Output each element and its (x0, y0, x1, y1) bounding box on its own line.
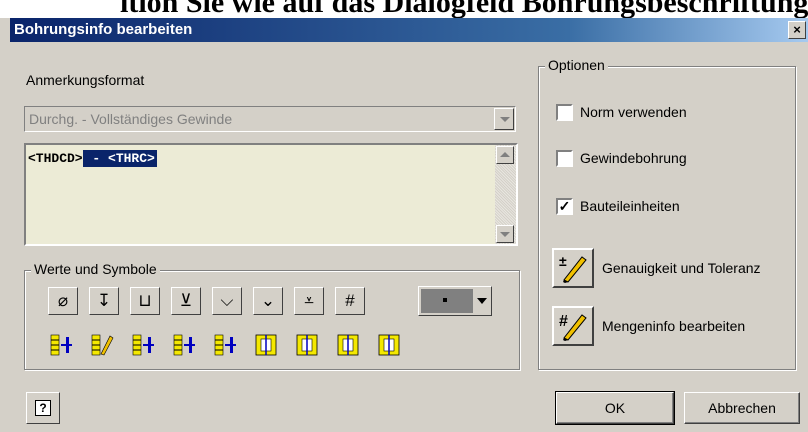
pencil-number-icon: # (559, 313, 587, 341)
title-bar[interactable]: Bohrungsinfo bearbeiten × (10, 18, 808, 42)
align-left-arrow-icon (50, 334, 72, 356)
window-title: Bohrungsinfo bearbeiten (14, 21, 193, 38)
scroll-up-icon[interactable] (496, 146, 514, 164)
chevron-down-icon[interactable] (494, 108, 514, 130)
scroll-down-icon[interactable] (496, 225, 514, 243)
spotface-button[interactable]: ⊻ (171, 287, 201, 315)
precision-tolerance-label: Genauigkeit und Toleranz (602, 260, 761, 276)
counterbore-icon: ⊔ (138, 291, 152, 310)
text-scrollbar[interactable] (495, 145, 516, 244)
quantity-info-label: Mengeninfo bearbeiten (602, 318, 746, 334)
align-delete-icon (173, 334, 195, 356)
units-check-mark: ✓ (558, 198, 571, 214)
frame-split-button[interactable] (292, 330, 322, 358)
align-split-button[interactable] (128, 330, 158, 358)
diameter-button[interactable]: ⌀ (48, 287, 78, 315)
align-split-icon (132, 334, 154, 356)
precision-tolerance-button[interactable]: ± (552, 248, 594, 288)
diameter-icon: ⌀ (57, 291, 69, 310)
help-icon: ? (35, 400, 51, 416)
center-drill-button[interactable]: ⌄ (253, 287, 283, 315)
pencil-edit-icon (91, 334, 114, 356)
quantity-info-button[interactable]: # (552, 306, 594, 346)
ok-button[interactable]: OK (555, 391, 675, 425)
svg-text:±: ± (559, 253, 567, 269)
frame-column-icon (378, 334, 400, 356)
center-drill-icon: ⌄ (260, 291, 276, 310)
spotface-icon: ⊻ (179, 291, 193, 310)
thread-depth-icon: ⩡ (304, 291, 314, 310)
values-symbols-legend: Werte und Symbole (31, 261, 160, 277)
svg-text:#: # (559, 313, 568, 330)
countersink-button[interactable]: ⌵ (212, 287, 242, 315)
cancel-button[interactable]: Abbrechen (684, 392, 800, 424)
help-button[interactable]: ? (26, 392, 60, 424)
close-button[interactable]: × (788, 21, 806, 39)
annotation-format-value: Durchg. - Vollständiges Gewinde (29, 111, 233, 127)
background-document-strip: ition Sie wie auf das Dialogfeld Bohrung… (0, 0, 808, 18)
chevron-down-icon[interactable] (475, 289, 489, 313)
depth-icon: ↧ (96, 291, 112, 310)
frame-center-icon (255, 334, 277, 356)
countersink-icon: ⌵ (220, 291, 234, 310)
annotation-text: <THDCD> - <THRC> (28, 150, 157, 167)
frame-box-icon (337, 334, 359, 356)
norm-checkbox[interactable] (556, 104, 573, 121)
align-delete-button[interactable] (169, 330, 199, 358)
thread-label: Gewindebohrung (580, 150, 687, 166)
frame-column-button[interactable] (374, 330, 404, 358)
dot-icon (443, 298, 447, 302)
annotation-format-dropdown[interactable]: Durchg. - Vollständiges Gewinde (24, 106, 516, 132)
align-left-arrow-button[interactable] (46, 330, 76, 358)
pencil-plusminus-icon: ± (559, 253, 587, 283)
annotation-text-plain: <THDCD> (28, 151, 83, 166)
depth-button[interactable]: ↧ (89, 287, 119, 315)
frame-box-button[interactable] (333, 330, 363, 358)
number-sign-button[interactable]: # (335, 287, 365, 315)
frame-center-button[interactable] (251, 330, 281, 358)
background-text: ition Sie wie auf das Dialogfeld Bohrung… (120, 0, 808, 18)
norm-label: Norm verwenden (580, 104, 687, 120)
frame-split-icon (296, 334, 318, 356)
annotation-text-selected: - <THRC> (82, 150, 157, 167)
thread-depth-button[interactable]: ⩡ (294, 287, 324, 315)
options-legend: Optionen (545, 57, 608, 73)
units-checkbox[interactable]: ✓ (556, 198, 573, 215)
color-swatch (421, 289, 473, 313)
symbol-color-picker[interactable] (418, 286, 492, 316)
pencil-edit-button[interactable] (87, 330, 117, 358)
annotation-format-label: Anmerkungsformat (26, 72, 145, 88)
counterbore-button[interactable]: ⊔ (130, 287, 160, 315)
align-down-button[interactable] (210, 330, 240, 358)
number-sign-icon: # (345, 291, 355, 310)
close-icon: × (793, 22, 801, 37)
align-down-icon (214, 334, 236, 356)
annotation-text-area[interactable]: <THDCD> - <THRC> (24, 143, 518, 246)
thread-checkbox[interactable] (556, 150, 573, 167)
units-label: Bauteileinheiten (580, 198, 680, 214)
